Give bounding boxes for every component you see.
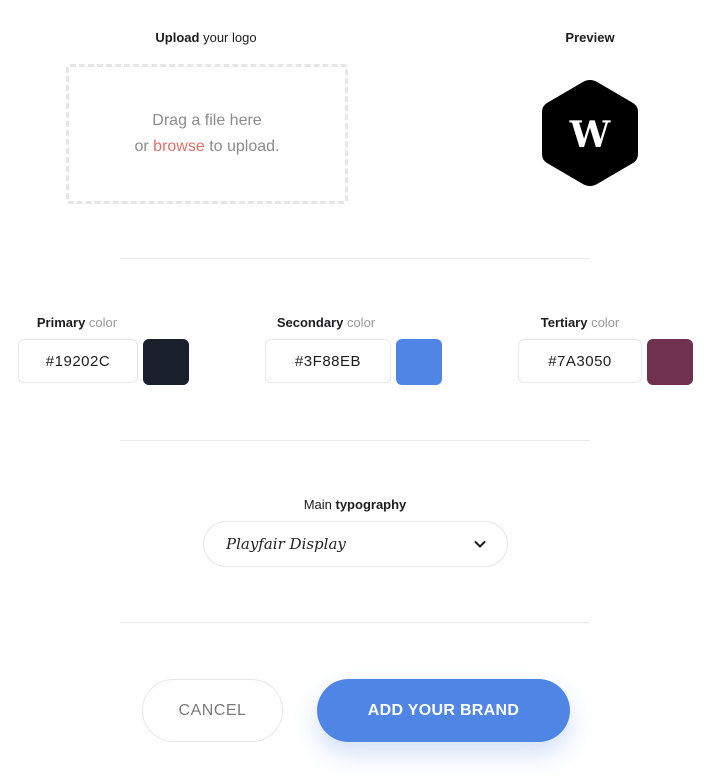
chevron-down-icon bbox=[474, 541, 486, 548]
tertiary-label-rest: color bbox=[587, 315, 620, 330]
dropzone-tail: to upload. bbox=[204, 138, 280, 155]
tertiary-color-swatch[interactable] bbox=[647, 339, 693, 385]
secondary-label-rest: color bbox=[343, 315, 376, 330]
tertiary-label-bold: Tertiary bbox=[540, 315, 588, 330]
logo-letter: W bbox=[569, 114, 611, 156]
divider bbox=[120, 258, 590, 259]
primary-label-rest: color bbox=[85, 315, 118, 330]
primary-color-label: Primary color bbox=[18, 315, 136, 330]
preview-title: Preview bbox=[565, 30, 615, 45]
tertiary-color-input[interactable] bbox=[518, 339, 642, 383]
primary-label-bold: Primary bbox=[36, 315, 86, 330]
secondary-color-label: Secondary color bbox=[265, 315, 387, 330]
typography-select[interactable]: Playfair Display bbox=[203, 521, 508, 567]
hexagon-w-logo: W bbox=[542, 80, 638, 186]
typography-select-value: Playfair Display bbox=[226, 535, 346, 553]
secondary-color-swatch[interactable] bbox=[396, 339, 442, 385]
dropzone-or: or bbox=[134, 138, 154, 155]
typography-label: Main typography bbox=[200, 497, 510, 512]
primary-color-swatch[interactable] bbox=[143, 339, 189, 385]
upload-title-rest: your logo bbox=[199, 30, 257, 45]
logo-dropzone[interactable]: Drag a file here or browse to upload. bbox=[66, 64, 348, 204]
divider bbox=[120, 440, 590, 441]
typography-label-rest: Main bbox=[303, 497, 336, 512]
dropzone-line1: Drag a file here bbox=[152, 112, 262, 129]
primary-color-input[interactable] bbox=[18, 339, 138, 383]
typography-label-bold: typography bbox=[335, 497, 407, 512]
upload-title: Upload your logo bbox=[66, 30, 346, 45]
divider bbox=[120, 622, 590, 623]
cancel-button[interactable]: CANCEL bbox=[142, 679, 283, 742]
tertiary-color-label: Tertiary color bbox=[518, 315, 642, 330]
browse-link[interactable]: browse bbox=[153, 138, 205, 155]
add-brand-button[interactable]: ADD YOUR BRAND bbox=[317, 679, 570, 742]
secondary-color-input[interactable] bbox=[265, 339, 391, 383]
dropzone-line2: or browse to upload. bbox=[135, 134, 280, 160]
secondary-label-bold: Secondary bbox=[276, 315, 344, 330]
upload-title-bold: Upload bbox=[155, 30, 200, 45]
